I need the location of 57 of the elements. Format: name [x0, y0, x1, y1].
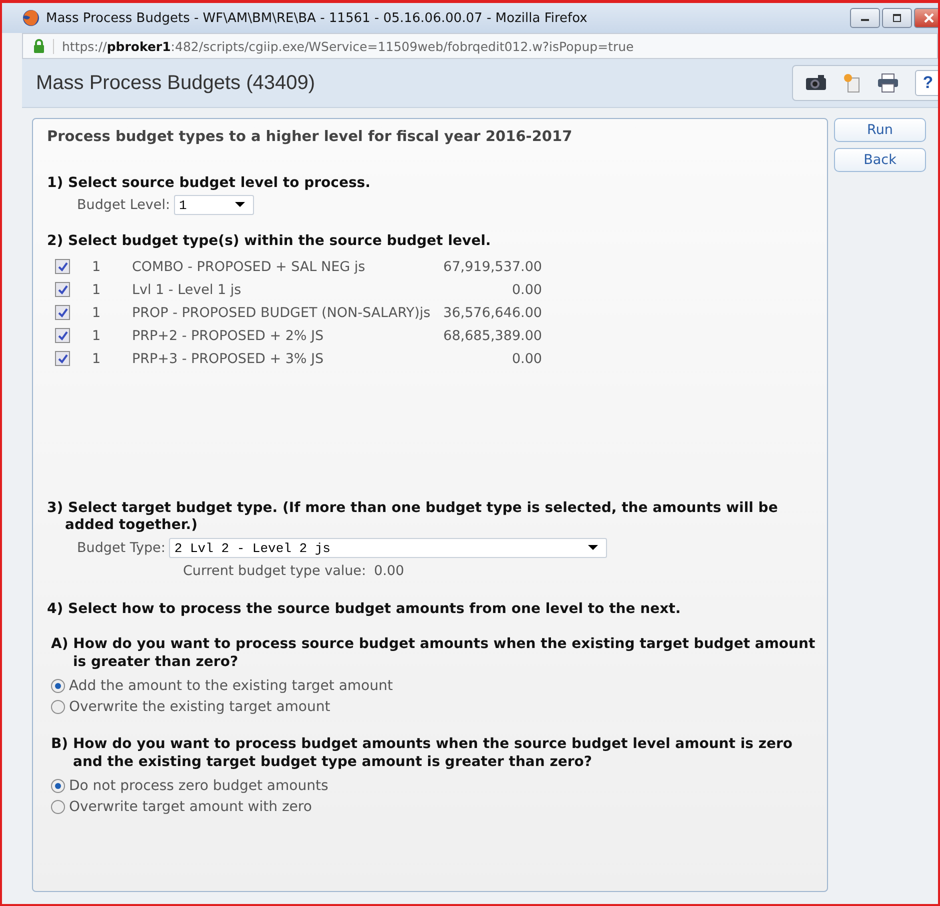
checkbox[interactable] — [55, 282, 70, 297]
amount-text: 68,685,389.00 — [442, 328, 542, 344]
checkbox[interactable] — [55, 328, 70, 343]
level-text: 1 — [92, 328, 102, 344]
amount-text: 67,919,537.00 — [442, 258, 542, 274]
checkbox[interactable] — [55, 305, 70, 320]
budget-type-name: PROP - PROPOSED BUDGET (NON-SALARY)js — [132, 304, 432, 320]
step-heading: 2) Select budget type(s) within the source budget level. — [47, 233, 492, 249]
maximize-button[interactable] — [882, 8, 912, 28]
help-button[interactable]: ? — [915, 70, 938, 96]
budget-type-name: PRP+2 - PROPOSED + 2% JS — [132, 328, 325, 344]
window-title: Mass Process Budgets - WF\AM\BM\RE\BA - 11561 - 05.16.06.00.07 - Mozilla Firefox — [46, 10, 588, 26]
radio-button[interactable] — [51, 800, 65, 814]
maximize-icon — [892, 14, 902, 22]
camera-icon[interactable] — [805, 75, 827, 91]
option-label: Do not process zero budget amounts — [69, 778, 328, 794]
lock-icon — [33, 39, 45, 53]
level-text: 1 — [92, 350, 102, 366]
radio-button[interactable] — [51, 778, 65, 792]
radio-button[interactable] — [51, 678, 65, 692]
option-label: Overwrite the existing target amount — [69, 698, 330, 714]
amount-text: 0.00 — [510, 282, 542, 298]
option-label: Add the amount to the existing target amount — [69, 678, 393, 694]
close-button[interactable] — [914, 8, 938, 28]
level-text: 1 — [92, 304, 102, 320]
budget-type-name: PRP+3 - PROPOSED + 3% JS — [132, 350, 325, 366]
page-title: Mass Process Budgets (43409) — [36, 72, 316, 94]
current-value: 0.00 — [374, 563, 404, 579]
step-heading: 1) Select source budget level to process. — [47, 175, 372, 191]
question-text: B) How do you want to process budget amounts when the source budget level amount is zero and the existing target budget type amount is greater than zero? — [51, 735, 794, 771]
checkbox[interactable] — [55, 259, 70, 274]
option-label: Overwrite target amount with zero — [69, 798, 312, 814]
caret-icon — [588, 545, 598, 551]
budget-type-name: COMBO - PROPOSED + SAL NEG js — [132, 258, 366, 274]
budget-level-dropdown[interactable]: 1 — [174, 195, 254, 215]
level-text: 1 — [92, 258, 102, 274]
close-icon — [924, 13, 934, 23]
checkbox[interactable] — [55, 351, 70, 366]
step-heading: 3) Select target budget type. (If more than one budget type is selected, the amounts will be added together.) — [47, 500, 779, 534]
action-button[interactable]: Run — [834, 118, 926, 142]
field-label: Budget Type: — [77, 540, 166, 556]
printer-icon[interactable] — [877, 73, 899, 93]
field-label: Budget Level: — [77, 197, 170, 213]
budget-type-dropdown[interactable]: 2 Lvl 2 - Level 2 js — [169, 538, 608, 558]
step-heading: 4) Select how to process the source budget amounts from one level to the next. — [47, 601, 682, 617]
level-text: 1 — [92, 282, 102, 298]
minimize-button[interactable] — [850, 8, 880, 28]
budget-type-name: Lvl 1 - Level 1 js — [132, 282, 242, 298]
current-value-label: Current budget type value: — [183, 563, 366, 579]
action-button[interactable]: Back — [834, 148, 926, 172]
caret-icon — [235, 202, 246, 208]
firefox-icon — [22, 9, 40, 27]
intro-text: Process budget types to a higher level for fiscal year 2016-2017 — [47, 129, 574, 145]
question-text: A) How do you want to process source budget amounts when the existing target budget amount is greater than zero? — [51, 635, 816, 671]
amount-text: 36,576,646.00 — [442, 304, 542, 320]
amount-text: 0.00 — [510, 350, 542, 366]
radio-button[interactable] — [51, 700, 65, 714]
